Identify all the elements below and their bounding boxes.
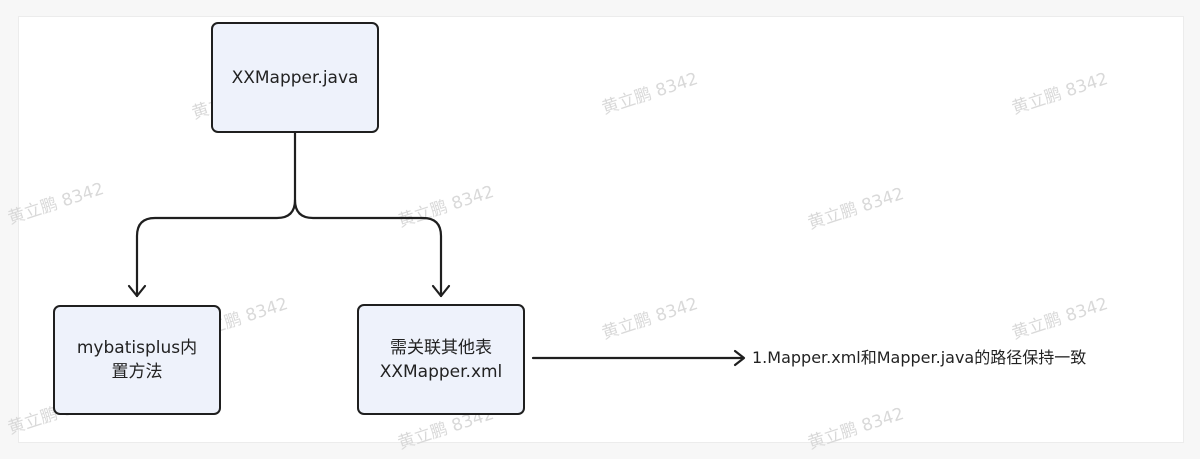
node-mybatisplus-line1: mybatisplus内 [76, 338, 198, 358]
connector-root-to-branches [135, 131, 297, 298]
node-xxmapper-java[interactable]: XXMapper.java [211, 22, 379, 133]
path-note: 1.Mapper.xml和Mapper.java的路径保持一致 [752, 348, 1087, 367]
node-joined-tables[interactable]: 需关联其他表 XXMapper.xml [357, 304, 525, 415]
connector-branch-right [293, 198, 443, 298]
node-mybatisplus-line2: 置方法 [111, 362, 163, 382]
node-xxmapper-java-label: XXMapper.java [231, 67, 359, 88]
node-mybatisplus-builtin[interactable]: mybatisplus内 置方法 [53, 305, 221, 415]
node-joined-line2: XXMapper.xml [379, 361, 503, 382]
node-joined-line1: 需关联其他表 [390, 337, 492, 358]
